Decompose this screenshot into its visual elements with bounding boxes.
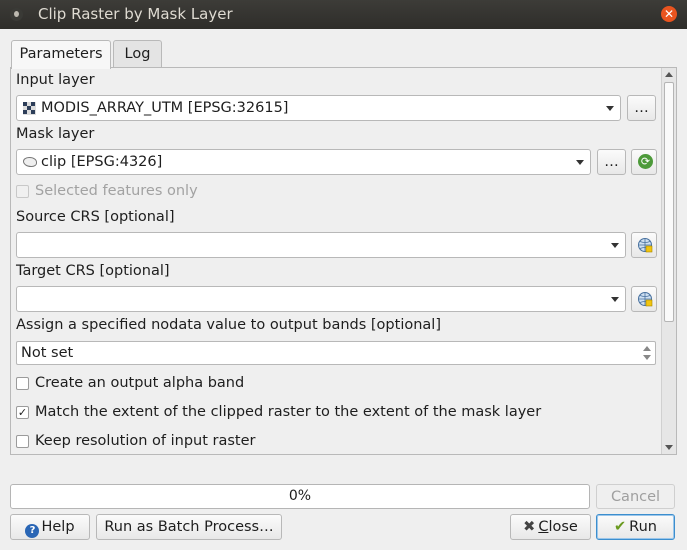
target-crs-combo[interactable] bbox=[16, 286, 626, 312]
title-bar: Clip Raster by Mask Layer ✕ bbox=[0, 0, 687, 29]
input-layer-value: MODIS_ARRAY_UTM [EPSG:32615] bbox=[41, 100, 289, 116]
globe-icon bbox=[638, 238, 653, 253]
chevron-down-icon bbox=[576, 160, 584, 165]
parameters-panel bbox=[10, 67, 677, 455]
raster-layer-icon bbox=[23, 102, 36, 115]
source-crs-combo[interactable] bbox=[16, 232, 626, 258]
target-crs-label: Target CRS [optional] bbox=[16, 263, 170, 279]
nodata-label: Assign a specified nodata value to outpu… bbox=[16, 317, 441, 333]
close-button[interactable]: ✖ Close bbox=[510, 514, 591, 540]
target-crs-select-button[interactable] bbox=[631, 286, 657, 312]
chevron-down-icon bbox=[611, 297, 619, 302]
mask-layer-value: clip [EPSG:4326] bbox=[41, 154, 163, 170]
chevron-down-icon bbox=[611, 243, 619, 248]
run-button[interactable]: ✔ Run bbox=[596, 514, 675, 540]
run-check-icon: ✔ bbox=[614, 519, 627, 535]
progress-bar: 0% bbox=[10, 484, 590, 509]
spin-up-icon[interactable] bbox=[643, 346, 651, 351]
window-menu-icon[interactable] bbox=[10, 8, 23, 21]
alpha-band-checkbox[interactable] bbox=[16, 377, 29, 390]
iterate-button[interactable]: ⟳ bbox=[631, 149, 657, 175]
nodata-spinbox[interactable]: Not set bbox=[16, 341, 656, 365]
vertical-scrollbar[interactable] bbox=[661, 68, 676, 454]
mask-layer-combo[interactable]: clip [EPSG:4326] bbox=[16, 149, 591, 175]
help-button[interactable]: ? Help bbox=[10, 514, 90, 540]
close-label: lose bbox=[548, 519, 578, 535]
polygon-layer-icon bbox=[23, 157, 37, 167]
close-icon: ✖ bbox=[523, 519, 536, 535]
mask-layer-label: Mask layer bbox=[16, 126, 95, 142]
help-icon: ? bbox=[25, 524, 40, 538]
nodata-value: Not set bbox=[21, 345, 74, 361]
window-title: Clip Raster by Mask Layer bbox=[38, 5, 233, 23]
keep-resolution-label: Keep resolution of input raster bbox=[35, 433, 256, 449]
selected-features-label: Selected features only bbox=[35, 183, 198, 199]
match-extent-checkbox[interactable]: ✓ bbox=[16, 406, 29, 419]
refresh-icon: ⟳ bbox=[638, 154, 653, 169]
scroll-down-icon[interactable] bbox=[665, 445, 673, 450]
scroll-up-icon[interactable] bbox=[665, 72, 673, 77]
close-mnemonic: C bbox=[538, 519, 549, 535]
scrollbar-thumb[interactable] bbox=[664, 82, 674, 322]
close-window-icon[interactable]: ✕ bbox=[661, 6, 677, 22]
input-layer-combo[interactable]: MODIS_ARRAY_UTM [EPSG:32615] bbox=[16, 95, 621, 121]
spin-down-icon[interactable] bbox=[643, 355, 651, 360]
mask-layer-browse-button[interactable]: … bbox=[597, 149, 626, 175]
match-extent-label: Match the extent of the clipped raster t… bbox=[35, 404, 542, 420]
globe-icon bbox=[638, 292, 653, 307]
source-crs-label: Source CRS [optional] bbox=[16, 209, 175, 225]
cancel-button[interactable]: Cancel bbox=[596, 484, 675, 509]
chevron-down-icon bbox=[606, 106, 614, 111]
tab-log[interactable]: Log bbox=[113, 40, 162, 68]
keep-resolution-checkbox[interactable] bbox=[16, 435, 29, 448]
run-label: Run bbox=[629, 519, 657, 535]
checkmark-icon: ✓ bbox=[17, 406, 28, 419]
alpha-band-label: Create an output alpha band bbox=[35, 375, 245, 391]
input-layer-browse-button[interactable]: … bbox=[627, 95, 656, 121]
selected-features-checkbox[interactable] bbox=[16, 185, 29, 198]
input-layer-label: Input layer bbox=[16, 72, 95, 88]
tab-parameters[interactable]: Parameters bbox=[11, 40, 111, 69]
source-crs-select-button[interactable] bbox=[631, 232, 657, 258]
batch-process-button[interactable]: Run as Batch Process… bbox=[96, 514, 282, 540]
help-label: Help bbox=[41, 519, 75, 535]
